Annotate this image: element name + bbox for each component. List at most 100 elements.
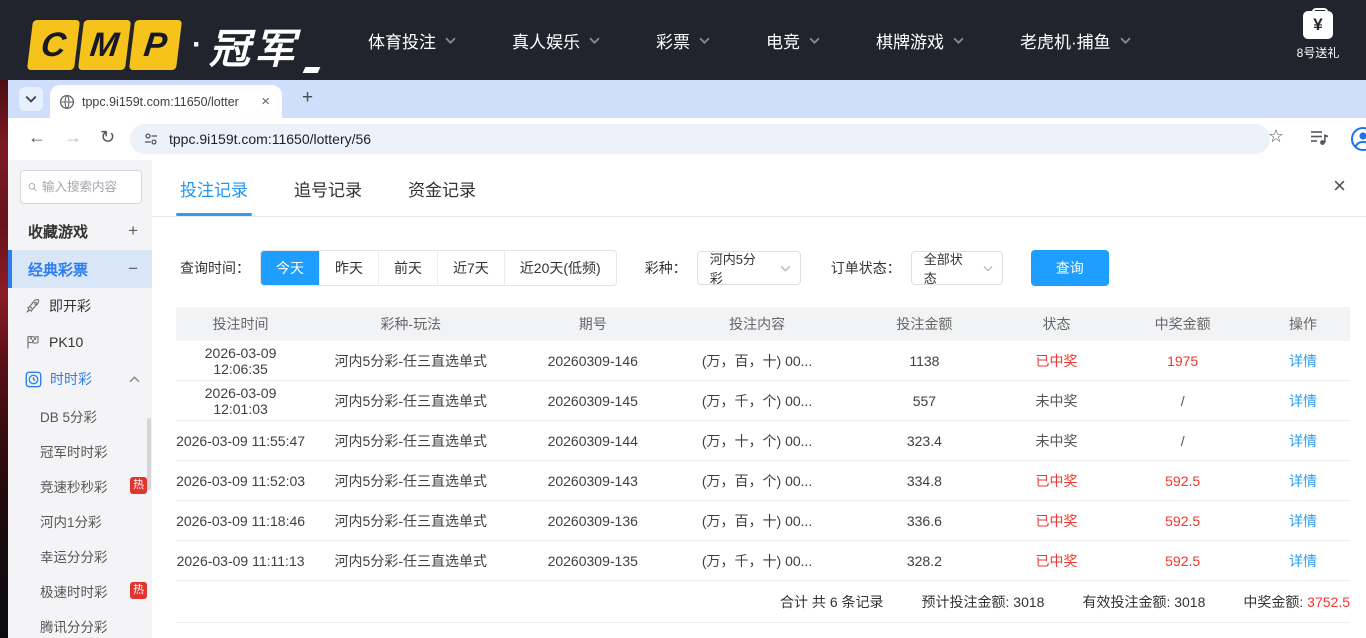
details-link[interactable]: 详情 xyxy=(1256,551,1350,571)
site-top-bar: C M P · 冠军 体育投注 真人娱乐 彩票 电竞 棋牌游戏 老虎机·捕鱼 xyxy=(0,0,1366,80)
game-sidebar: 收藏游戏 + 经典彩票 − 即开彩 PK10 xyxy=(8,160,152,638)
globe-icon xyxy=(59,94,75,110)
col-bet-amount: 投注金额 xyxy=(845,314,1003,334)
summary-total: 合计 共 6 条记录 xyxy=(780,592,883,612)
sidebar-group-favorites[interactable]: 收藏游戏 + xyxy=(8,212,152,250)
browser-tab[interactable]: tppc.9i159t.com:11650/lotter × xyxy=(50,85,282,118)
col-win-amount: 中奖金额 xyxy=(1109,314,1256,334)
details-link[interactable]: 详情 xyxy=(1256,471,1350,491)
time-option-day-before[interactable]: 前天 xyxy=(378,251,437,285)
table-row: 2026-03-09 12:01:03 河内5分彩-任三直选单式 2026030… xyxy=(176,381,1350,421)
sidebar-subitem-hanoi-1min[interactable]: 河内1分彩 xyxy=(8,503,152,538)
table-row: 2026-03-09 12:06:35 河内5分彩-任三直选单式 2026030… xyxy=(176,341,1350,381)
reload-icon[interactable]: ↻ xyxy=(100,127,115,148)
chevron-down-icon xyxy=(589,37,600,44)
time-option-yesterday[interactable]: 昨天 xyxy=(319,251,378,285)
time-range-segmented-control: 今天 昨天 前天 近7天 近20天(低频) xyxy=(260,250,617,286)
browser-toolbar: ← → ↻ tppc.9i159t.com:11650/lottery/56 ☆ xyxy=(8,118,1366,160)
tab-chase-records[interactable]: 追号记录 xyxy=(294,160,362,216)
nav-item-slots-fishing[interactable]: 老虎机·捕鱼 xyxy=(1020,28,1131,53)
clock-icon xyxy=(25,371,42,388)
gift-label: 8号送礼 xyxy=(1286,44,1350,61)
col-action: 操作 xyxy=(1256,314,1350,334)
search-input[interactable] xyxy=(42,180,134,194)
logo-dot: · xyxy=(192,28,202,62)
sidebar-item-pk10[interactable]: PK10 xyxy=(8,324,152,360)
chevron-down-icon xyxy=(809,37,820,44)
minus-icon[interactable]: − xyxy=(128,259,138,279)
gift-promo-button[interactable]: ¥ 8号送礼 xyxy=(1286,11,1350,61)
address-bar[interactable]: tppc.9i159t.com:11650/lottery/56 xyxy=(130,124,1270,154)
rocket-icon xyxy=(25,298,41,314)
query-button[interactable]: 查询 xyxy=(1031,250,1109,286)
sidebar-search-box[interactable] xyxy=(20,170,142,204)
logo-name: 冠军 xyxy=(209,15,299,75)
records-tabs: 投注记录 追号记录 资金记录 × xyxy=(152,160,1366,217)
sidebar-subitem-champion-ssc[interactable]: 冠军时时彩 xyxy=(8,433,152,468)
details-link[interactable]: 详情 xyxy=(1256,511,1350,531)
sidebar-subitem-speed-ssc[interactable]: 极速时时彩 热 xyxy=(8,573,152,608)
logo-letter-c: C xyxy=(27,20,80,70)
nav-item-live-casino[interactable]: 真人娱乐 xyxy=(512,28,600,53)
new-tab-button[interactable]: + xyxy=(296,85,319,111)
tab-fund-records[interactable]: 资金记录 xyxy=(408,160,476,216)
nav-item-board-games[interactable]: 棋牌游戏 xyxy=(876,28,964,53)
chevron-down-icon xyxy=(780,265,791,272)
col-status: 状态 xyxy=(1004,314,1110,334)
hot-badge: 热 xyxy=(130,582,147,599)
details-link[interactable]: 详情 xyxy=(1256,351,1350,371)
sidebar-subitem-tencent-ffc[interactable]: 腾讯分分彩 xyxy=(8,608,152,638)
col-game-play: 彩种-玩法 xyxy=(305,314,516,334)
lottery-select[interactable]: 河内5分彩 xyxy=(697,251,801,285)
sidebar-subitem-db5[interactable]: DB 5分彩 xyxy=(8,398,152,433)
nav-item-esports[interactable]: 电竞 xyxy=(766,28,820,53)
sidebar-item-instant-lottery[interactable]: 即开彩 xyxy=(8,288,152,324)
nav-item-sports[interactable]: 体育投注 xyxy=(368,28,456,53)
sidebar-subitem-lucky-ffc[interactable]: 幸运分分彩 xyxy=(8,538,152,573)
sidebar-scrollbar[interactable] xyxy=(147,418,151,490)
forward-icon[interactable]: → xyxy=(64,127,82,148)
summary-valid: 有效投注金额: 3018 xyxy=(1082,592,1205,612)
col-bet-content: 投注内容 xyxy=(669,314,845,334)
table-row: 2026-03-09 11:52:03 河内5分彩-任三直选单式 2026030… xyxy=(176,461,1350,501)
table-row: 2026-03-09 11:55:47 河内5分彩-任三直选单式 2026030… xyxy=(176,421,1350,461)
tab-bet-records[interactable]: 投注记录 xyxy=(180,160,248,216)
lottery-filter-label: 彩种： xyxy=(645,258,687,278)
time-option-7days[interactable]: 近7天 xyxy=(437,251,504,285)
table-row: 2026-03-09 11:11:13 河内5分彩-任三直选单式 2026030… xyxy=(176,541,1350,581)
tab-close-icon[interactable]: × xyxy=(258,93,273,110)
order-status-select[interactable]: 全部状态 xyxy=(911,251,1003,285)
page-content: 收藏游戏 + 经典彩票 − 即开彩 PK10 xyxy=(8,160,1366,638)
order-status-label: 订单状态： xyxy=(831,258,901,278)
media-playlist-icon[interactable] xyxy=(1308,126,1330,148)
main-nav: 体育投注 真人娱乐 彩票 电竞 棋牌游戏 老虎机·捕鱼 xyxy=(368,0,1131,80)
panel-close-icon[interactable]: × xyxy=(1333,175,1346,197)
sidebar-subitem-speed-miaomiao[interactable]: 竞速秒秒彩 热 xyxy=(8,468,152,503)
bookmark-star-icon[interactable]: ☆ xyxy=(1268,126,1284,147)
nav-item-lottery[interactable]: 彩票 xyxy=(656,28,710,53)
logo-letter-m: M xyxy=(78,20,131,70)
sidebar-item-ssc[interactable]: 时时彩 xyxy=(8,360,152,398)
status-badge: 未中奖 xyxy=(1004,391,1110,411)
site-settings-icon[interactable] xyxy=(143,131,159,147)
time-option-20days[interactable]: 近20天(低频) xyxy=(504,251,616,285)
col-bet-time: 投注时间 xyxy=(176,314,305,334)
time-option-today[interactable]: 今天 xyxy=(261,251,319,285)
chevron-down-icon xyxy=(445,37,456,44)
time-filter-label: 查询时间： xyxy=(180,258,250,278)
page-background-strip xyxy=(0,80,8,638)
tab-search-menu-button[interactable] xyxy=(19,87,43,111)
plus-icon[interactable]: + xyxy=(128,221,138,241)
site-logo: C M P · 冠军 xyxy=(30,15,319,75)
logo-letter-p: P xyxy=(129,20,182,70)
details-link[interactable]: 详情 xyxy=(1256,391,1350,411)
chevron-down-icon xyxy=(25,95,37,103)
url-text: tppc.9i159t.com:11650/lottery/56 xyxy=(169,131,371,147)
table-row: 2026-03-09 11:18:46 河内5分彩-任三直选单式 2026030… xyxy=(176,501,1350,541)
gift-icon: ¥ xyxy=(1303,11,1333,39)
back-icon[interactable]: ← xyxy=(28,127,46,148)
profile-avatar-icon[interactable] xyxy=(1350,126,1366,152)
sidebar-group-classic-lottery[interactable]: 经典彩票 − xyxy=(8,250,152,288)
details-link[interactable]: 详情 xyxy=(1256,431,1350,451)
status-badge: 未中奖 xyxy=(1004,431,1110,451)
